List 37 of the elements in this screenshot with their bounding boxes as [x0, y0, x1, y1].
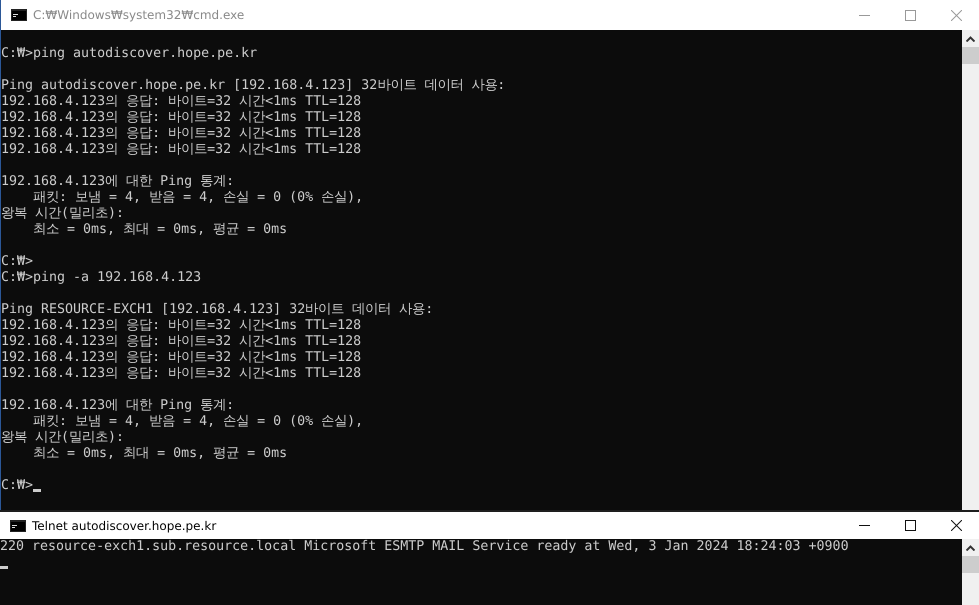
console-line: 192.168.4.123의 응답: 바이트=32 시간<1ms TTL=128	[1, 350, 362, 366]
console-line: Ping RESOURCE-EXCH1 [192.168.4.123] 32바이트 데이터 사용:	[1, 302, 434, 318]
scrollbar[interactable]	[962, 30, 979, 510]
console-line: 왕복 시간(밀리초):	[1, 206, 124, 222]
maximize-icon	[904, 520, 916, 531]
console-line: 192.168.4.123의 응답: 바이트=32 시간<1ms TTL=128	[1, 318, 362, 334]
console-line: 패킷: 보냄 = 4, 받음 = 4, 손실 = 0 (0% 손실),	[32, 414, 364, 430]
console-line: C:₩>ping autodiscover.hope.pe.kr	[1, 46, 258, 62]
console-line: 192.168.4.123의 응답: 바이트=32 시간<1ms TTL=128	[1, 142, 362, 158]
console-line: 192.168.4.123에 대한 Ping 통계:	[1, 174, 234, 190]
console-line: 192.168.4.123의 응답: 바이트=32 시간<1ms TTL=128	[1, 334, 362, 350]
console-line: 192.168.4.123의 응답: 바이트=32 시간<1ms TTL=128	[1, 110, 362, 126]
console-line: 192.168.4.123의 응답: 바이트=32 시간<1ms TTL=128	[1, 94, 362, 110]
console-icon	[11, 9, 27, 21]
scroll-up-icon	[966, 36, 975, 42]
console-line: 192.168.4.123의 응답: 바이트=32 시간<1ms TTL=128	[1, 366, 362, 382]
scrollbar[interactable]	[962, 539, 979, 605]
console-line: C:₩>	[1, 478, 34, 494]
close-icon	[950, 10, 962, 20]
window-title: C:₩Windows₩system32₩cmd.exe	[33, 8, 244, 22]
close-icon	[950, 520, 962, 531]
window-title: Telnet autodiscover.hope.pe.kr	[32, 518, 216, 532]
console-icon	[10, 520, 26, 532]
console-line: 패킷: 보냄 = 4, 받음 = 4, 손실 = 0 (0% 손실),	[32, 190, 364, 206]
console-line: 192.168.4.123의 응답: 바이트=32 시간<1ms TTL=128	[1, 126, 362, 142]
scrollbar-thumb[interactable]	[962, 47, 979, 64]
maximize-icon	[904, 10, 916, 20]
scroll-up-icon	[966, 544, 975, 550]
scrollbar-thumb[interactable]	[962, 556, 979, 573]
console-line: 왕복 시간(밀리초):	[1, 430, 124, 446]
console-line: 최소 = 0ms, 최대 = 0ms, 평균 = 0ms	[32, 222, 288, 238]
console-line: 192.168.4.123에 대한 Ping 통계:	[1, 398, 234, 414]
console-line: 최소 = 0ms, 최대 = 0ms, 평균 = 0ms	[32, 446, 288, 462]
console-line: C:₩>	[1, 254, 34, 270]
console-line: C:₩>ping -a 192.168.4.123	[1, 270, 202, 286]
console-line: Ping autodiscover.hope.pe.kr [192.168.4.123] 32바이트 데이터 사용:	[1, 78, 506, 94]
console-line: 220 resource-exch1.sub.resource.local Microsoft ESMTP MAIL Service ready at Wed, 3 Jan 2024 18:24:03 +0900	[0, 539, 849, 555]
